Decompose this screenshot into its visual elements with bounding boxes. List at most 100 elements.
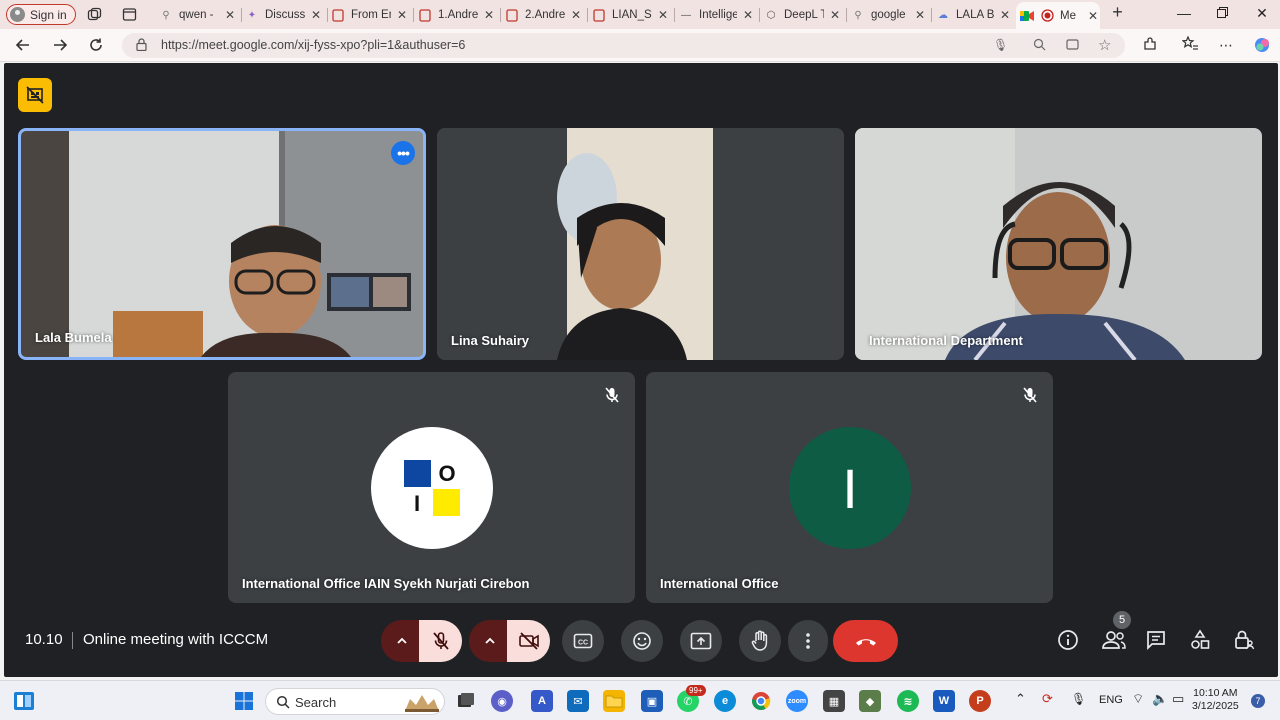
tab-2-andre[interactable]: 2.Andre ✕ [505,4,583,26]
forward-icon[interactable] [51,36,69,54]
start-menu-icon[interactable] [233,690,255,712]
tab-from-en[interactable]: From En ✕ [331,4,409,26]
tab-deepl[interactable]: ⬡ DeepL T ✕ [764,4,842,26]
activities-button[interactable] [1189,629,1211,651]
participant-tile-lala-bumela[interactable]: ••• Lala Bumela [18,128,426,360]
maps-app-icon[interactable]: ◆ [859,690,881,712]
close-tab-icon[interactable]: ✕ [309,8,323,22]
meeting-time: 10.10 [25,631,63,648]
tab-lala-bu[interactable]: ☁ LALA BU ✕ [936,4,1012,26]
close-tab-icon[interactable]: ✕ [998,8,1012,22]
participant-tile-lina-suhairy[interactable]: Lina Suhairy [437,128,844,360]
camera-toggle-button[interactable] [507,620,550,662]
minimize-icon[interactable]: — [1174,5,1194,21]
close-tab-icon[interactable]: ✕ [656,8,670,22]
sync-icon[interactable]: ⟳ [1042,691,1053,707]
tab-1-andre[interactable]: 1.Andre ✕ [418,4,496,26]
close-tab-icon[interactable]: ✕ [395,8,409,22]
new-tab-icon[interactable]: + [1110,3,1125,21]
close-tab-icon[interactable]: ✕ [1086,9,1100,23]
tab-discussion[interactable]: ✦ Discussi ✕ [245,4,323,26]
tab-title: LALA BU [956,9,994,21]
extensions-icon[interactable] [1141,36,1159,54]
ai-app-icon[interactable]: A [531,690,553,712]
microphone-tray-icon[interactable]: 🎙 [1071,692,1086,706]
maximize-icon[interactable] [1212,5,1232,21]
lock-icon[interactable] [136,38,147,54]
captions-icon: CC [573,633,593,649]
meeting-details-button[interactable] [1057,629,1079,651]
reactions-button[interactable] [621,620,663,662]
word-icon[interactable]: W [933,690,955,712]
microphone-toggle-button[interactable] [419,620,462,662]
battery-icon[interactable]: ▭ [1172,691,1184,707]
favorites-icon[interactable] [1181,35,1199,54]
avatar-letter: I [842,456,858,520]
close-tab-icon[interactable]: ✕ [741,8,755,22]
chrome-icon[interactable] [750,690,772,712]
pdf-icon [418,8,432,22]
tab-meet[interactable]: Me ✕ [1016,2,1100,29]
store-icon[interactable]: ▣ [641,690,663,712]
copilot-icon[interactable] [1253,36,1271,54]
captions-button[interactable]: CC [562,620,604,662]
iain-logo-icon: O I [404,460,460,516]
spotify-icon[interactable]: ≋ [897,690,919,712]
address-bar[interactable]: https://meet.google.com/xij-fyss-xpo?pli… [122,33,1125,58]
tab-google[interactable]: ⚲ google ✕ [851,4,927,26]
teams-chat-icon[interactable]: ◉ [491,690,513,712]
present-screen-button[interactable] [680,620,722,662]
edge-icon[interactable]: e [714,690,736,712]
tab-actions-icon[interactable] [122,7,137,22]
close-tab-icon[interactable]: ✕ [569,8,583,22]
participant-tile-international-department[interactable]: International Department [855,128,1262,360]
participant-tile-international-office-iain[interactable]: O I International Office IAIN Syekh Nurj… [228,372,635,603]
file-explorer-icon[interactable] [603,690,625,712]
close-tab-icon[interactable]: ✕ [482,8,496,22]
tab-qwen[interactable]: ⚲ qwen - ✕ [159,4,237,26]
participant-count-badge: 5 [1113,611,1131,629]
powerpoint-icon[interactable]: P [969,690,991,712]
close-tab-icon[interactable]: ✕ [828,8,842,22]
close-tab-icon[interactable]: ✕ [223,8,237,22]
refresh-icon[interactable] [87,36,105,54]
people-button[interactable] [1101,629,1127,651]
favorite-star-icon[interactable]: ☆ [1098,36,1111,54]
host-controls-button[interactable] [1233,629,1255,651]
url-text[interactable]: https://meet.google.com/xij-fyss-xpo?pli… [161,38,465,52]
close-tab-icon[interactable]: ✕ [913,8,927,22]
workspaces-icon[interactable] [87,7,102,22]
zoom-icon[interactable] [1033,38,1046,54]
task-view-icon[interactable] [455,690,477,712]
presentation-blocked-icon[interactable] [18,78,52,112]
audio-options-button[interactable] [381,620,423,662]
mail-icon[interactable]: ✉ [567,690,589,712]
close-window-icon[interactable]: ✕ [1252,5,1272,22]
mic-off-icon [432,632,449,650]
more-menu-icon[interactable]: ⋯ [1217,36,1235,54]
app-available-icon[interactable] [1066,38,1079,54]
chat-button[interactable] [1145,629,1167,651]
calculator-icon[interactable]: ▦ [823,690,845,712]
raise-hand-button[interactable] [739,620,781,662]
mic-icon[interactable]: 🎙 [993,38,1008,52]
leave-call-button[interactable] [833,620,898,662]
widgets-icon[interactable] [13,690,35,712]
participant-tile-international-office[interactable]: I International Office [646,372,1053,603]
more-options-button[interactable] [788,620,828,662]
zoom-icon[interactable]: zoom [786,690,808,712]
language-indicator[interactable]: ENG [1099,694,1123,706]
more-options-button[interactable]: ••• [391,141,415,165]
video-options-button[interactable] [469,620,511,662]
sign-in-button[interactable]: Sign in [6,4,76,25]
tab-lian-sy[interactable]: LIAN_Sy ✕ [592,4,670,26]
show-hidden-icons-icon[interactable]: ⌃ [1015,691,1026,707]
system-clock[interactable]: 10:10 AM 3/12/2025 [1192,687,1239,713]
wifi-icon[interactable]: ⌔ [1132,691,1144,707]
taskbar-search[interactable]: Search [265,688,445,715]
participant-name: International Department [869,333,1023,348]
notification-count[interactable]: 7 [1251,694,1265,708]
tab-intelligence[interactable]: — Intellige ✕ [679,4,755,26]
volume-icon[interactable]: 🔈 [1152,691,1168,707]
back-icon[interactable] [14,36,32,54]
